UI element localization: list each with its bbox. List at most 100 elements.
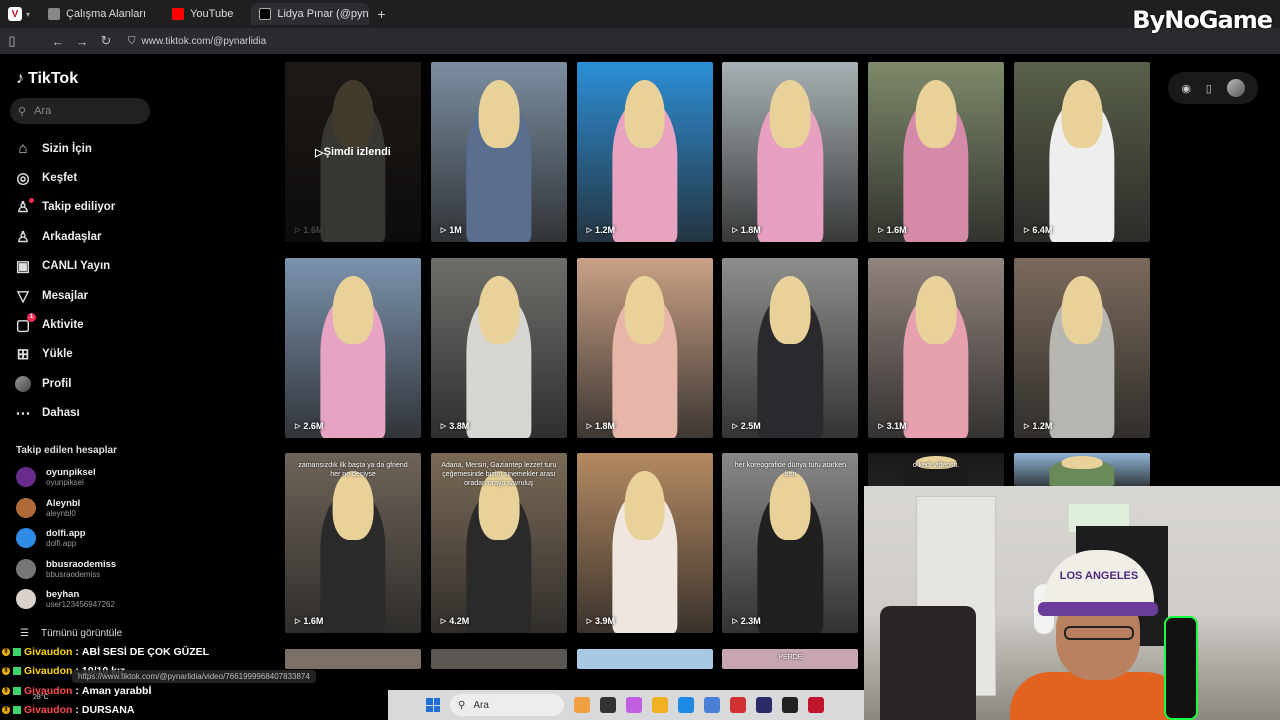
taskbar-app-icon[interactable] <box>782 697 798 713</box>
video-thumbnail[interactable]: ▷ 3.8M <box>430 257 567 438</box>
video-thumbnail[interactable]: ▷ 3.1M <box>868 257 1005 438</box>
tiktok-icon <box>259 8 272 20</box>
video-thumbnail[interactable]: ▷ 3.9M <box>576 453 713 634</box>
taskbar-app-icon[interactable] <box>574 697 590 713</box>
search-input[interactable]: ⚲ Ara <box>10 98 150 124</box>
sidebar-item-profile[interactable]: Profil <box>14 369 115 398</box>
video-thumbnail[interactable] <box>576 648 713 669</box>
reload-icon[interactable]: ↻ <box>94 33 118 49</box>
taskbar-app-icon[interactable] <box>600 697 616 713</box>
video-thumbnail[interactable]: ▷ 1M <box>430 62 567 242</box>
browser-tab[interactable]: YouTube <box>164 3 241 25</box>
video-thumbnail[interactable]: ▷ 1.2M <box>576 62 713 242</box>
taskbar-app-icon[interactable] <box>626 697 642 713</box>
sidebar-item-live[interactable]: ▣ CANLI Yayın <box>14 252 115 281</box>
browser-tab[interactable]: Çalışma Alanları <box>40 3 154 25</box>
screen: { "browser": { "tabs": [ {"label": "Çalı… <box>0 0 1280 720</box>
following-account[interactable]: beyhan user123456947262 <box>16 584 116 615</box>
video-thumbnail[interactable]: ▷ 1.8M <box>576 257 713 438</box>
url-field[interactable]: ⛉ www.tiktok.com/@pynarlidia <box>128 36 1108 47</box>
following-text: Aleynbl aleynbl0 <box>46 498 80 518</box>
sidebar-item-label: Mesajlar <box>42 289 89 302</box>
video-thumbnail[interactable]: o kedi videosu. <box>868 453 1005 487</box>
browser-tab[interactable]: Lidya Pınar (@pynarlidia) | <box>251 3 370 25</box>
following-username: aleynbl0 <box>46 508 76 518</box>
badge-icon: ! <box>2 706 10 715</box>
url-text[interactable]: www.tiktok.com/@pynarlidia <box>142 36 267 47</box>
video-thumbnail[interactable]: ▷ 2.5M <box>722 257 859 438</box>
tiktok-logo[interactable]: ♪ TikTok <box>16 70 78 88</box>
workspaces-icon <box>48 8 61 20</box>
taskbar-app-icon[interactable] <box>652 697 668 713</box>
taskbar-app-icon[interactable] <box>756 697 772 713</box>
following-accounts-title: Takip edilen hesaplar <box>16 445 117 456</box>
video-thumbnail[interactable]: ▷1.6M▷ Şimdi izlendi <box>285 62 421 242</box>
video-thumbnail[interactable]: zamansızdık ilk başta ya da gfriend her … <box>285 453 421 634</box>
chat-separator: : <box>75 645 79 658</box>
taskbar-app-icon[interactable] <box>678 697 694 713</box>
video-thumbnail[interactable]: ▷ 2.6M <box>285 257 421 438</box>
following-username: bbusraodemiss <box>46 569 101 579</box>
sidebar-item-following[interactable]: ♙ Takip ediliyor <box>14 193 115 222</box>
address-bar: ▯ ← → ↻ ⛉ www.tiktok.com/@pynarlidia <box>0 28 1280 54</box>
main-menu: ⌂ Sizin İçin ◎ Keşfet ♙ Takip ediliyor ♙ Arkada… <box>14 134 115 428</box>
taskbar-app-icon[interactable] <box>730 697 746 713</box>
following-account[interactable]: Aleynbl aleynbl0 <box>16 493 116 524</box>
sidebar-item-messages[interactable]: ▽ Mesajlar <box>14 281 115 310</box>
taskbar-apps <box>574 697 824 713</box>
thumbnail-hair <box>624 471 665 540</box>
avatar <box>15 375 31 392</box>
video-thumbnail[interactable] <box>430 648 567 669</box>
video-thumbnail[interactable]: ▷ 6.4M <box>1014 62 1150 242</box>
site-info-icon[interactable]: ⛉ <box>128 36 136 47</box>
following-account[interactable]: dolfi.app dolfi.app <box>16 523 116 554</box>
user-avatar[interactable] <box>1226 79 1245 97</box>
sub-badge-icon <box>13 647 21 656</box>
taskbar-search[interactable]: ⚲ Ara <box>450 694 564 716</box>
status-bar-url: https://www.tiktok.com/@pynarlidia/video… <box>72 670 316 683</box>
vivaldi-icon[interactable]: V <box>8 7 22 21</box>
thumbnail-hair <box>478 80 520 149</box>
sidebar-item-label: Profil <box>42 377 72 390</box>
see-all-button[interactable]: ☰ Tümünü görüntüle <box>20 628 122 639</box>
compass-icon[interactable]: ◉ <box>1181 82 1191 95</box>
tiktok-sidebar: ♪ TikTok ⚲ Ara ⌂ Sizin İçin ◎ Keşfet ♙ Takip … <box>0 54 168 720</box>
video-thumbnail[interactable]: Adana, Mersin, Gaziantep lezzet turu çeğ… <box>430 453 567 634</box>
new-tab-button[interactable]: + <box>377 6 385 22</box>
view-count: ▷1.6M <box>295 616 323 626</box>
more-icon: ⋯ <box>15 405 31 423</box>
video-thumbnail[interactable]: her koreografide dünya turu atarken ben ▷… <box>722 453 859 634</box>
sidebar-item-home[interactable]: ⌂ Sizin İçin <box>14 134 115 163</box>
sidebar-item-friends[interactable]: ♙ Arkadaşlar <box>14 222 115 251</box>
view-count-text: 1.6M <box>886 225 907 235</box>
sidebar-item-compass[interactable]: ◎ Keşfet <box>14 163 115 192</box>
video-caption: her koreografide dünya turu atarken ben <box>734 462 847 479</box>
video-thumbnail[interactable]: ▷ 1.8M <box>722 62 859 242</box>
following-account[interactable]: bbusraodemiss bbusraodemiss <box>16 554 116 585</box>
phone-icon[interactable]: ▯ <box>1206 82 1212 95</box>
taskbar-app-icon[interactable] <box>704 697 720 713</box>
streamer-webcam: LOS ANGELES <box>864 486 1280 720</box>
sidebar-item-activity[interactable]: ▢ 1 Aktivite <box>14 310 115 339</box>
video-thumbnail[interactable] <box>1014 453 1150 487</box>
chat-text: Aman yarabbİ <box>81 684 152 697</box>
sidebar-toggle-icon[interactable]: ▯ <box>0 33 24 49</box>
play-icon: ▷ <box>315 146 324 159</box>
forward-icon[interactable]: → <box>70 34 94 49</box>
thumbnail-hair <box>478 275 520 344</box>
view-count-text: 1.2M <box>594 225 615 235</box>
windows-start-icon[interactable] <box>426 698 440 712</box>
following-name: dolfi.app <box>46 528 86 540</box>
back-icon[interactable]: ← <box>46 34 70 49</box>
view-count: ▷ 1M <box>441 225 462 235</box>
sidebar-item-more[interactable]: ⋯ Dahası <box>14 399 115 428</box>
video-thumbnail[interactable]: ▷ 1.6M <box>868 62 1005 242</box>
watched-label: Şimdi izlendi <box>323 146 391 158</box>
sidebar-item-label: Arkadaşlar <box>42 230 102 243</box>
video-thumbnail[interactable]: PERDE <box>722 648 859 669</box>
following-account[interactable]: oyunpiksel oyunpiksel <box>16 462 116 493</box>
sidebar-item-upload[interactable]: ⊞ Yükle <box>14 340 115 369</box>
thumbnail-hair <box>1061 275 1103 344</box>
video-thumbnail[interactable]: ▷ 1.2M <box>1014 257 1150 438</box>
taskbar-app-icon[interactable] <box>808 697 824 713</box>
